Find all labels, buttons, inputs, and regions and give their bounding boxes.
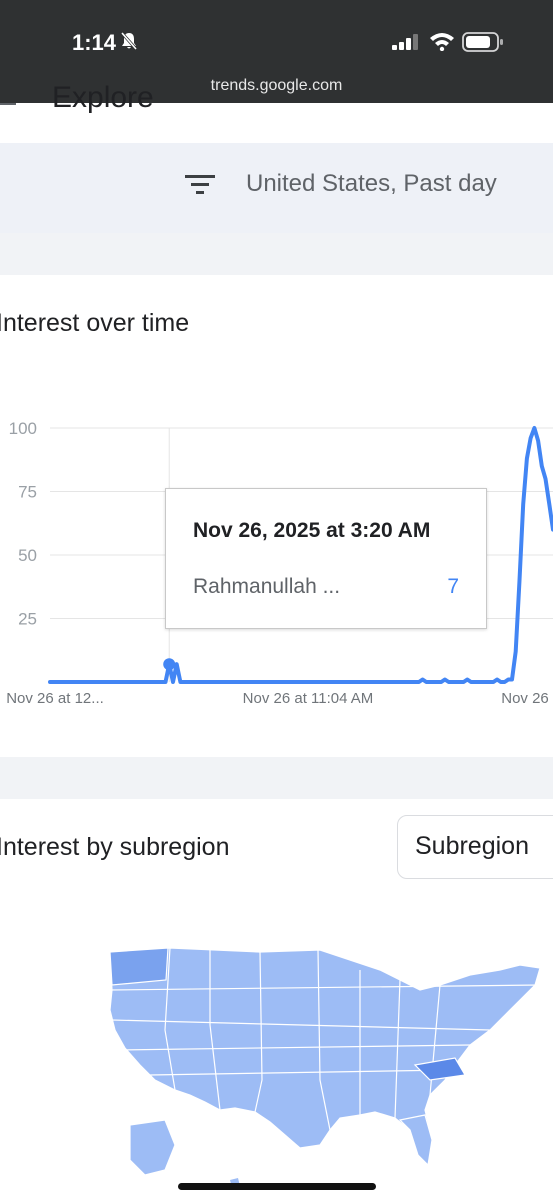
interest-by-subregion-title: Interest by subregion xyxy=(0,833,230,861)
y-tick-label: 50 xyxy=(18,546,37,565)
x-tick-label: Nov 26 at 12... xyxy=(6,690,104,707)
tooltip-date: Nov 26, 2025 at 3:20 AM xyxy=(193,519,431,542)
bell-muted-icon xyxy=(120,32,138,50)
us-subregion-map[interactable] xyxy=(0,930,553,1190)
wifi-icon xyxy=(430,33,454,51)
chart-tooltip: Nov 26, 2025 at 3:20 AM Rahmanullah ... … xyxy=(165,488,487,629)
page-title: Explore xyxy=(52,81,154,114)
subregion-dropdown-label: Subregion xyxy=(415,832,529,860)
section-divider xyxy=(0,233,553,275)
state-alaska xyxy=(129,1119,176,1176)
tooltip-value: 7 xyxy=(447,575,459,598)
battery-icon xyxy=(462,32,503,52)
state-washington xyxy=(109,947,169,986)
state-florida xyxy=(398,1114,433,1167)
status-time: 1:14 xyxy=(72,30,117,55)
interest-over-time-title: Interest over time xyxy=(0,309,190,337)
subregion-dropdown[interactable]: Subregion xyxy=(397,815,553,879)
page-header: Explore xyxy=(0,81,553,143)
filter-summary[interactable]: United States, Past day xyxy=(246,170,497,198)
us-mainland xyxy=(109,947,541,1149)
filter-icon[interactable] xyxy=(185,173,217,197)
y-tick-label: 25 xyxy=(18,610,37,629)
tooltip-term: Rahmanullah ... xyxy=(193,575,341,598)
home-indicator[interactable] xyxy=(178,1183,376,1190)
menu-icon[interactable] xyxy=(0,103,16,105)
cellular-signal-icon xyxy=(392,34,418,50)
x-tick-label: Nov 26 xyxy=(501,690,549,707)
highlight-point[interactable] xyxy=(163,658,176,671)
section-divider xyxy=(0,757,553,799)
x-tick-label: Nov 26 at 11:04 AM xyxy=(243,690,374,707)
y-tick-label: 100 xyxy=(9,419,37,438)
y-tick-label: 75 xyxy=(18,483,37,502)
